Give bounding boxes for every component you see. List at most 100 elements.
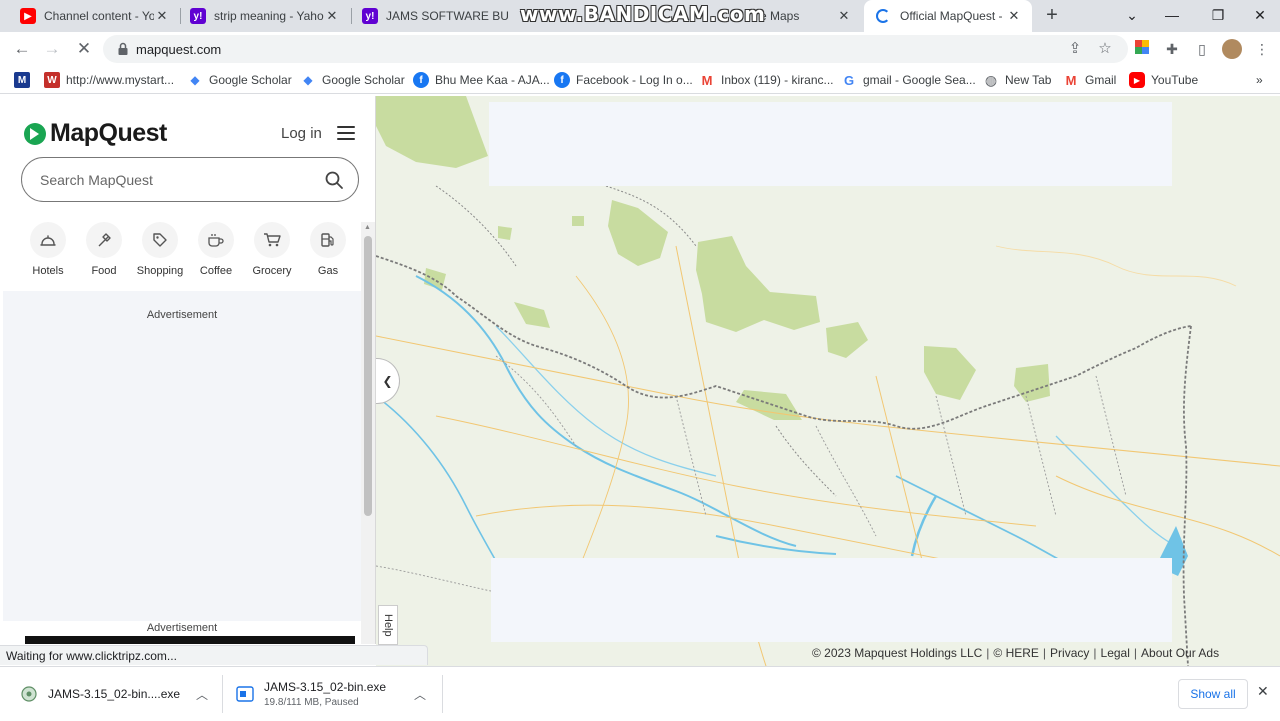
more-bookmarks-icon[interactable]: »: [1256, 70, 1263, 90]
category-label: Food: [91, 265, 117, 277]
hotel-bell-icon: [30, 222, 66, 258]
stop-loading-icon[interactable]: ✕: [72, 37, 96, 61]
login-link[interactable]: Log in: [281, 125, 322, 142]
divider: [222, 675, 223, 713]
bookmark-item[interactable]: f Bhu Mee Kaa - AJA...: [413, 70, 550, 90]
advertisement-label: Advertisement: [146, 309, 218, 321]
map-canvas[interactable]: [376, 96, 1280, 666]
tab-title: strip meaning - Yahoo: [214, 9, 324, 23]
category-coffee[interactable]: Coffee: [188, 222, 244, 277]
bookmarks-bar: M W http://www.mystart... ◆ Google Schol…: [0, 66, 1280, 94]
globe-icon: ◍: [984, 71, 998, 88]
more-menu-icon[interactable]: ⋮: [1252, 39, 1272, 59]
close-icon[interactable]: ✕: [154, 8, 170, 24]
privacy-link[interactable]: Privacy: [1050, 646, 1089, 660]
close-icon[interactable]: ✕: [836, 8, 852, 24]
bookmark-label: Inbox (119) - kiranc...: [721, 73, 834, 87]
here-credit[interactable]: © HERE: [993, 646, 1039, 660]
category-label: Gas: [317, 265, 339, 277]
gmail-icon: M: [701, 72, 713, 88]
legal-link[interactable]: Legal: [1101, 646, 1130, 660]
category-gas[interactable]: Gas: [300, 222, 356, 277]
bookmark-label: Bhu Mee Kaa - AJA...: [435, 73, 550, 87]
tab-jams-software[interactable]: y! JAMS SOFTWARE BUI: [342, 0, 520, 32]
chevron-up-icon[interactable]: ︿: [196, 686, 208, 703]
bookmark-label: New Tab: [1005, 73, 1052, 87]
sidebar-scrollbar[interactable]: ▲: [361, 222, 375, 644]
bookmark-label: Google Scholar: [209, 73, 292, 87]
bookmark-label: http://www.mystart...: [66, 73, 175, 87]
bookmark-item[interactable]: ◍ New Tab: [983, 70, 1052, 90]
extensions-puzzle-icon[interactable]: ✚: [1162, 39, 1182, 59]
about-ads-link[interactable]: About Our Ads: [1141, 646, 1219, 660]
bookmark-item[interactable]: ▶ YouTube: [1129, 70, 1198, 90]
scholar-icon: ◆: [190, 73, 200, 87]
address-bar[interactable]: mapquest.com ⇪ ☆: [103, 35, 1128, 63]
copyright-text: © 2023 Mapquest Holdings LLC: [812, 646, 983, 660]
map-footer: © 2023 Mapquest Holdings LLC | © HERE | Priv…: [812, 646, 1220, 660]
help-tab[interactable]: Help: [378, 605, 398, 645]
google-icon: G: [843, 72, 855, 88]
category-shopping[interactable]: Shopping: [132, 222, 188, 277]
chevron-down-icon[interactable]: ⌄: [1112, 0, 1152, 32]
hamburger-menu-icon[interactable]: [337, 126, 355, 140]
category-label: Grocery: [252, 265, 292, 277]
download-item[interactable]: JAMS-3.15_02-bin.exe 19.8/111 MB, Paused…: [236, 667, 436, 721]
yahoo-icon: y!: [190, 8, 206, 24]
category-food[interactable]: Food: [76, 222, 132, 277]
brand-name: MapQuest: [50, 119, 167, 147]
bookmark-item[interactable]: M Gmail: [1063, 70, 1117, 90]
restore-button[interactable]: ❐: [1198, 0, 1238, 32]
bookmark-star-icon[interactable]: ☆: [1095, 39, 1115, 59]
download-item[interactable]: JAMS-3.15_02-bin....exe ︿: [20, 667, 216, 721]
forward-arrow-icon[interactable]: →: [40, 37, 64, 61]
bookmark-item[interactable]: ◆ Google Scholar: [300, 70, 404, 90]
close-icon[interactable]: ✕: [324, 8, 340, 24]
m-brand-icon: M: [14, 72, 30, 88]
show-all-downloads-button[interactable]: Show all: [1178, 679, 1248, 709]
tab-strip-meaning[interactable]: y! strip meaning - Yahoo ✕: [170, 0, 350, 32]
bookmark-item[interactable]: M Inbox (119) - kiranc...: [699, 70, 834, 90]
gmail-icon: M: [1065, 72, 1077, 88]
bookmark-item[interactable]: f Facebook - Log In o...: [554, 70, 693, 90]
category-hotels[interactable]: Hotels: [20, 222, 76, 277]
tab-title: e Maps: [760, 9, 800, 23]
category-label: Shopping: [136, 265, 184, 277]
download-filename: JAMS-3.15_02-bin.exe: [264, 680, 387, 694]
scroll-up-arrow-icon[interactable]: ▲: [364, 224, 371, 231]
tab-strip: ▶ Channel content - You ✕ y! strip meani…: [0, 0, 1280, 32]
bookmark-item[interactable]: ◆ Google Scholar: [187, 70, 292, 90]
bookmark-label: Gmail: [1085, 73, 1117, 87]
share-icon[interactable]: ⇪: [1065, 39, 1085, 59]
youtube-icon: ▶: [1129, 72, 1145, 88]
search-input[interactable]: Search MapQuest: [21, 157, 359, 202]
side-panel-icon[interactable]: ▯: [1192, 39, 1212, 59]
bookmark-item[interactable]: G gmail - Google Sea...: [841, 70, 976, 90]
close-download-shelf-icon[interactable]: ✕: [1257, 683, 1269, 700]
search-placeholder: Search MapQuest: [40, 172, 153, 188]
extension-color-icon[interactable]: [1132, 39, 1152, 59]
category-grocery[interactable]: Grocery: [244, 222, 300, 277]
window-close-button[interactable]: ✕: [1240, 0, 1280, 32]
bookmark-item[interactable]: W http://www.mystart...: [44, 70, 174, 90]
mapquest-logo[interactable]: MapQuest: [24, 119, 167, 148]
close-icon[interactable]: ✕: [1006, 8, 1022, 24]
category-label: Hotels: [32, 265, 64, 277]
back-arrow-icon[interactable]: ←: [10, 37, 34, 61]
profile-avatar[interactable]: [1222, 39, 1242, 59]
divider: [442, 675, 443, 713]
tab-title: JAMS SOFTWARE BUI: [386, 9, 510, 23]
download-filename: JAMS-3.15_02-bin....exe: [48, 687, 181, 701]
tab-channel-content[interactable]: ▶ Channel content - You ✕: [0, 0, 180, 32]
minimize-button[interactable]: —: [1152, 0, 1192, 32]
search-icon[interactable]: [324, 170, 344, 190]
new-tab-button[interactable]: +: [1040, 4, 1064, 28]
bookmark-label: YouTube: [1151, 73, 1199, 87]
tab-title: Channel content - You: [44, 9, 154, 23]
advertisement-banner[interactable]: [25, 636, 355, 644]
tab-official-mapquest[interactable]: Official MapQuest - M ✕: [864, 0, 1032, 32]
scrollbar-thumb[interactable]: [364, 236, 372, 516]
chevron-up-icon[interactable]: ︿: [414, 686, 426, 703]
map-bottom-ad-placeholder: [491, 558, 1172, 642]
bookmark-item[interactable]: M: [14, 70, 36, 90]
